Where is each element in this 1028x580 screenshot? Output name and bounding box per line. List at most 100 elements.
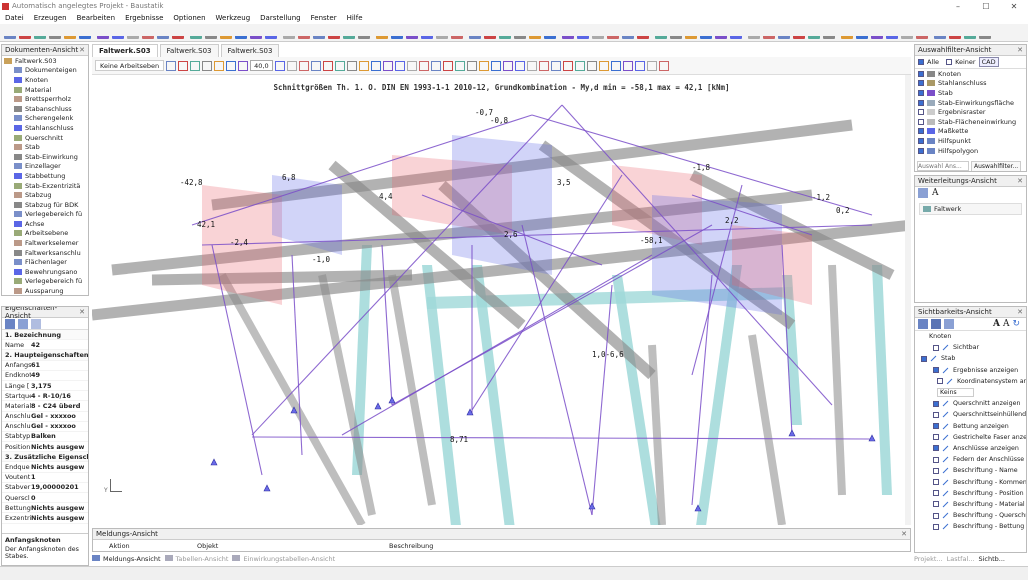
close-icon[interactable]: ✕ <box>1017 177 1023 185</box>
toolbar-tool-icon[interactable] <box>934 27 946 39</box>
property-value[interactable]: Nichts ausgew <box>31 463 84 471</box>
visibility-checkbox[interactable] <box>937 378 943 385</box>
view-tool-icon[interactable] <box>238 60 249 71</box>
toolbar-tool-icon[interactable] <box>358 27 370 39</box>
view-tool-icon[interactable] <box>334 60 345 71</box>
filter-checkbox[interactable] <box>918 137 924 144</box>
tree-item[interactable]: Brettsperrholz <box>14 94 88 104</box>
property-row[interactable]: Stabver 19,00000201 <box>2 483 88 493</box>
filter-item[interactable]: Stab <box>915 88 1026 98</box>
view-tool-icon[interactable] <box>610 60 621 71</box>
tab-meldungs-ansicht[interactable]: Meldungs-Ansicht <box>92 555 161 563</box>
filter-search-input[interactable] <box>917 161 969 171</box>
visibility-checkbox[interactable] <box>933 445 939 452</box>
select-all-button[interactable]: Alle <box>927 58 939 66</box>
filter-dialog-button[interactable]: Auswahlfilter... <box>971 161 1022 171</box>
sort-icon[interactable] <box>944 319 954 329</box>
visibility-checkbox[interactable] <box>933 512 939 519</box>
visibility-item[interactable]: Beschriftung - Name <box>915 465 1026 476</box>
toolbar-tool-icon[interactable] <box>763 27 775 39</box>
tab-sichtbarkeit[interactable]: Sichtb... <box>978 555 1005 563</box>
filter-checkbox[interactable] <box>918 147 924 154</box>
tree-item[interactable]: Material <box>14 85 88 95</box>
toolbar-tool-icon[interactable] <box>469 27 481 39</box>
visibility-item[interactable]: Keins <box>915 387 1026 398</box>
filter-item[interactable]: Stab-Flächeneinwirkung <box>915 117 1026 127</box>
save-icon[interactable] <box>931 319 941 329</box>
tree-item[interactable]: Scherengelenk <box>14 114 88 124</box>
toolbar-tool-icon[interactable] <box>637 27 649 39</box>
view-tool-icon[interactable] <box>358 60 369 71</box>
menu-darstellung[interactable]: Darstellung <box>255 14 305 22</box>
tab-lastfall[interactable]: Lastfal... <box>947 555 975 563</box>
toolbar-tool-icon[interactable] <box>622 27 634 39</box>
tree-root[interactable]: Faltwerk.S03 <box>4 56 88 66</box>
toolbar-tool-icon[interactable] <box>265 27 277 39</box>
view-tool-icon[interactable] <box>298 60 309 71</box>
toolbar-tool-icon[interactable] <box>562 27 574 39</box>
visibility-checkbox[interactable] <box>933 467 939 474</box>
toolbar-tool-icon[interactable] <box>313 27 325 39</box>
property-value[interactable]: Nichts ausgew <box>31 514 84 522</box>
visibility-item[interactable]: Anschlüsse anzeigen <box>915 443 1026 454</box>
view-tool-icon[interactable] <box>622 60 633 71</box>
property-section[interactable]: 2. Haupteigenschaften <box>2 350 88 361</box>
property-value[interactable]: 42 <box>31 341 40 349</box>
property-row[interactable]: Endknot 49 <box>2 371 88 381</box>
filter-checkbox[interactable] <box>918 99 924 106</box>
filter-checkbox[interactable] <box>918 89 924 96</box>
visibility-item[interactable]: Beschriftung - Material <box>915 499 1026 510</box>
toolbar-tool-icon[interactable] <box>283 27 295 39</box>
tree-item[interactable]: Stahlanschluss <box>14 123 88 133</box>
property-value[interactable]: 61 <box>31 361 40 369</box>
tree-item[interactable]: Arbeitsebene <box>14 229 88 239</box>
maximize-icon[interactable]: ☐ <box>972 0 1000 12</box>
property-row[interactable]: Name 42 <box>2 340 88 351</box>
property-value[interactable]: 0 <box>31 494 36 502</box>
sort-category-icon[interactable] <box>5 318 15 329</box>
toolbar-tool-icon[interactable] <box>235 27 247 39</box>
visibility-item[interactable]: Sichtbar <box>915 342 1026 353</box>
close-icon[interactable]: ✕ <box>1017 308 1023 316</box>
font-small-icon[interactable]: A <box>1003 319 1010 329</box>
toolbar-tool-icon[interactable] <box>64 27 76 39</box>
tree-item[interactable]: Verlegebereich fü <box>14 277 88 287</box>
close-icon[interactable]: ✕ <box>901 530 907 538</box>
toolbar-tool-icon[interactable] <box>793 27 805 39</box>
visibility-item[interactable]: Federn der Anschlüsse s <box>915 454 1026 465</box>
toolbar-tool-icon[interactable] <box>157 27 169 39</box>
toolbar-tool-icon[interactable] <box>964 27 976 39</box>
view-tool-icon[interactable] <box>466 60 477 71</box>
property-row[interactable]: Startque 4 - R-10/16 <box>2 391 88 402</box>
toolbar-tool-icon[interactable] <box>499 27 511 39</box>
toolbar-tool-icon[interactable] <box>376 27 388 39</box>
view-tool-icon[interactable] <box>430 60 441 71</box>
toolbar-tool-icon[interactable] <box>127 27 139 39</box>
toolbar-tool-icon[interactable] <box>949 27 961 39</box>
close-icon[interactable]: ✕ <box>1000 0 1028 12</box>
toolbar-tool-icon[interactable] <box>871 27 883 39</box>
property-value[interactable]: Gel - xxxxoo <box>31 422 76 430</box>
toolbar-tool-icon[interactable] <box>544 27 556 39</box>
property-section[interactable]: 3. Zusätzliche Eigenscha <box>2 452 88 463</box>
filter-item[interactable]: Maßkette <box>915 127 1026 137</box>
tree-item[interactable]: Aussparung <box>14 286 88 295</box>
property-value[interactable]: Nichts ausgew <box>31 443 84 451</box>
toolbar-tool-icon[interactable] <box>856 27 868 39</box>
filter-item[interactable]: Knoten <box>915 69 1026 79</box>
visibility-item[interactable]: Beschriftung - Position <box>915 488 1026 499</box>
property-pages-icon[interactable] <box>31 318 41 329</box>
visibility-checkbox[interactable] <box>933 479 939 486</box>
view-tool-icon[interactable] <box>166 60 177 71</box>
tree-item[interactable]: Faltwerksanschlu <box>14 248 88 258</box>
visibility-checkbox[interactable] <box>921 355 927 362</box>
toolbar-tool-icon[interactable] <box>901 27 913 39</box>
property-value[interactable]: Balken <box>31 432 56 440</box>
view-tool-icon[interactable] <box>490 60 501 71</box>
view-tool-icon[interactable] <box>394 60 405 71</box>
open-icon[interactable] <box>918 319 928 329</box>
property-row[interactable]: Anschlu Gel - xxxxoo <box>2 412 88 422</box>
toolbar-tool-icon[interactable] <box>34 27 46 39</box>
tree-item[interactable]: Verlegebereich fü <box>14 210 88 220</box>
view-tool-icon[interactable] <box>202 60 213 71</box>
